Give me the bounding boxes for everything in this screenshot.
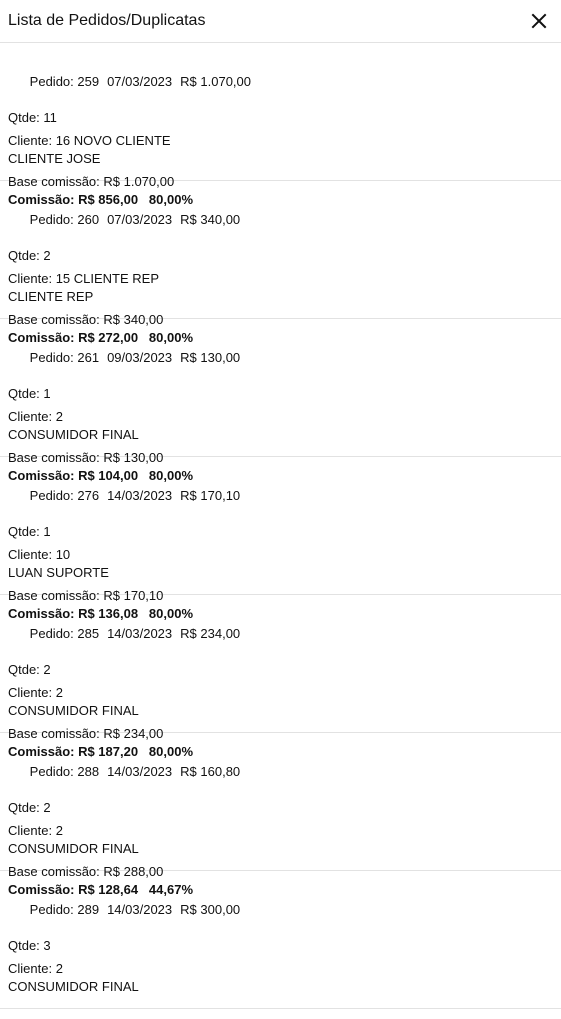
order-qty: Qtde: 2 (8, 248, 51, 263)
commission-value: Comissão: R$ 128,64 (8, 882, 139, 897)
order-client-name: CONSUMIDOR FINAL (8, 979, 139, 994)
commission-percent: 80,00% (148, 606, 194, 621)
commission-percent: 80,00% (148, 468, 194, 483)
dialog-title: Lista de Pedidos/Duplicatas (8, 12, 206, 29)
close-button[interactable] (527, 9, 551, 33)
commission-percent: 80,00% (148, 192, 194, 207)
order-client-name: CLIENTE REP (8, 289, 94, 304)
order-qty: Qtde: 11 (8, 110, 57, 125)
order-date: 14/03/2023 (107, 902, 173, 917)
order-date: 07/03/2023 (107, 74, 173, 89)
order-client: Cliente: 2 (8, 823, 63, 838)
order-total: R$ 300,00 (180, 902, 241, 917)
order-client: Cliente: 2 (8, 409, 63, 424)
dialog-header: Lista de Pedidos/Duplicatas (0, 0, 561, 43)
order-total: R$ 234,00 (180, 626, 241, 641)
order-client-name: CONSUMIDOR FINAL (8, 703, 139, 718)
order-qty: Qtde: 1 (8, 524, 51, 539)
commission-value: Comissão: R$ 856,00 (8, 192, 139, 207)
order-date: 14/03/2023 (107, 488, 173, 503)
order-number: Pedido: 285 (29, 626, 100, 641)
order-total: R$ 340,00 (180, 212, 241, 227)
order-commission (8, 1001, 553, 1019)
order-client: Cliente: 10 (8, 547, 71, 562)
commission-value: Comissão: R$ 187,20 (8, 744, 139, 759)
order-number: Pedido: 260 (29, 212, 100, 227)
order-client: Cliente: 2 (8, 961, 63, 976)
commission-value: Comissão: R$ 104,00 (8, 468, 139, 483)
order-qty: Qtde: 1 (8, 386, 51, 401)
order-number: Pedido: 261 (29, 350, 100, 365)
order-client: Cliente: 16 NOVO CLIENTE (8, 133, 171, 148)
order-item[interactable]: Pedido: 259 07/03/2023 R$ 1.070,00 Qtde: 1… (0, 43, 561, 207)
order-number: Pedido: 288 (29, 764, 100, 779)
order-date: 14/03/2023 (107, 764, 173, 779)
order-total: R$ 160,80 (180, 764, 241, 779)
order-number: Pedido: 259 (29, 74, 100, 89)
order-date: 09/03/2023 (107, 350, 173, 365)
close-icon (531, 13, 547, 29)
commission-value: Comissão: R$ 136,08 (8, 606, 139, 621)
orders-list: Pedido: 259 07/03/2023 R$ 1.070,00 Qtde: 1… (0, 43, 561, 1009)
order-qty: Qtde: 3 (8, 938, 51, 953)
order-total: R$ 170,10 (180, 488, 241, 503)
order-client-name: CONSUMIDOR FINAL (8, 427, 139, 442)
order-client: Cliente: 15 CLIENTE REP (8, 271, 160, 286)
order-date: 07/03/2023 (107, 212, 173, 227)
order-header: Pedido: 259 07/03/2023 R$ 1.070,00 (8, 55, 553, 109)
commission-percent: 80,00% (148, 744, 194, 759)
commission-percent: 44,67% (148, 882, 194, 897)
order-number: Pedido: 289 (29, 902, 100, 917)
order-total: R$ 130,00 (180, 350, 241, 365)
commission-percent: 80,00% (148, 330, 194, 345)
order-client-name: LUAN SUPORTE (8, 565, 109, 580)
order-qty: Qtde: 2 (8, 800, 51, 815)
order-number: Pedido: 276 (29, 488, 100, 503)
order-total: R$ 1.070,00 (180, 74, 251, 89)
order-client-name: CONSUMIDOR FINAL (8, 841, 139, 856)
order-client: Cliente: 2 (8, 685, 63, 700)
order-client-name: CLIENTE JOSE (8, 151, 101, 166)
commission-value: Comissão: R$ 272,00 (8, 330, 139, 345)
order-date: 14/03/2023 (107, 626, 173, 641)
order-qty: Qtde: 2 (8, 662, 51, 677)
